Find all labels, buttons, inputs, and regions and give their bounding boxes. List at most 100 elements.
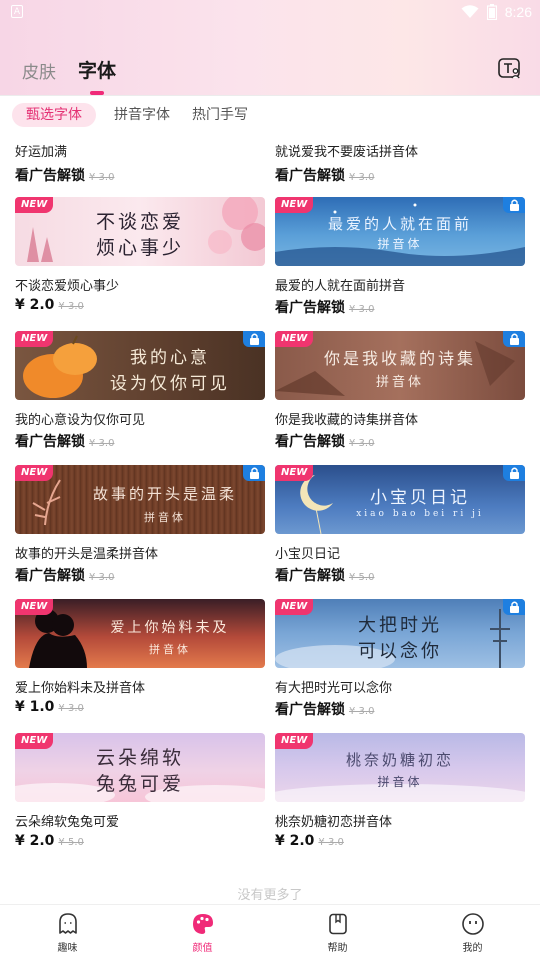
font-name: 就说爱我不要废话拼音体 (275, 145, 419, 160)
font-card[interactable]: 不谈恋爱 烦心事少 NEW 不谈恋爱烦心事少 ¥ 2.0 ¥ 3.0 (15, 197, 265, 317)
font-price-row: 看广告解锁 ¥ 3.0 (15, 165, 114, 185)
status-time: 8:26 (504, 4, 532, 20)
font-old-price: ¥ 3.0 (89, 572, 115, 583)
lock-badge (503, 465, 525, 481)
tab-skin[interactable]: 皮肤 (22, 58, 56, 83)
font-price-row: 看广告解锁 ¥ 3.0 (275, 165, 374, 185)
subtab-featured[interactable]: 甄选字体 (12, 103, 96, 127)
new-badge: NEW (15, 733, 54, 749)
font-price: ¥ 2.0 (15, 833, 55, 849)
font-price-row: 看广告解锁 ¥ 5.0 (275, 565, 374, 585)
font-old-price: ¥ 3.0 (318, 837, 344, 848)
preview-text-line2: 拼音体 (377, 237, 423, 251)
font-price: 看广告解锁 (275, 568, 345, 584)
lock-badge (243, 465, 265, 481)
font-card[interactable]: 小宝贝日记 xiao bao bei ri ji NEW 小宝贝日记 看广告解锁… (275, 465, 525, 585)
font-name: 桃奈奶糖初恋拼音体 (275, 815, 393, 830)
font-preview: 小宝贝日记 xiao bao bei ri ji NEW (275, 465, 525, 534)
preview-text-line1: 小宝贝日记 (370, 488, 470, 508)
font-card[interactable]: 好运加满 看广告解锁 ¥ 3.0 (15, 134, 265, 184)
font-card[interactable]: 云朵绵软 兔兔可爱 NEW 云朵绵软兔兔可爱 ¥ 2.0 ¥ 5.0 (15, 733, 265, 853)
font-card[interactable]: 爱上你始料未及 拼音体 NEW 爱上你始料未及拼音体 ¥ 1.0 ¥ 3.0 (15, 599, 265, 719)
lock-badge (503, 197, 525, 213)
preview-text-line1: 最爱的人就在面前 (327, 215, 472, 233)
font-name: 不谈恋爱烦心事少 (15, 279, 120, 294)
font-price: 看广告解锁 (275, 434, 345, 450)
lock-icon (250, 333, 259, 345)
preview-text-line1: 云朵绵软 (95, 747, 184, 769)
nav-item-beauty[interactable]: 颜值 (135, 905, 270, 961)
new-badge: NEW (15, 465, 54, 481)
font-card[interactable]: 故事的开头是温柔 拼音体 NEW 故事的开头是温柔拼音体 看广告解锁 ¥ 3.0 (15, 465, 265, 585)
lock-badge (503, 331, 525, 347)
font-price-row: ¥ 2.0 ¥ 5.0 (15, 833, 84, 849)
nav-label: 颜值 (192, 943, 213, 954)
font-price: ¥ 1.0 (15, 699, 55, 715)
font-price-row: 看广告解锁 ¥ 3.0 (15, 565, 114, 585)
font-old-price: ¥ 3.0 (89, 172, 115, 183)
font-preview: 故事的开头是温柔 拼音体 NEW (15, 465, 265, 534)
lock-icon (510, 601, 519, 613)
font-name: 云朵绵软兔兔可爱 (15, 815, 120, 830)
new-badge: NEW (15, 599, 54, 615)
font-card[interactable]: 就说爱我不要废话拼音体 看广告解锁 ¥ 3.0 (275, 134, 525, 184)
new-badge: NEW (275, 599, 314, 615)
preview-text-line1: 故事的开头是温柔 (92, 485, 237, 503)
font-card[interactable]: 最爱的人就在面前 拼音体 NEW 最爱的人就在面前拼音 看广告解锁 ¥ 3.0 (275, 197, 525, 317)
lock-badge (503, 599, 525, 615)
preview-text-line2: 拼音体 (149, 643, 191, 656)
nav-item-fun[interactable]: 趣味 (0, 905, 135, 961)
font-price: 看广告解锁 (15, 168, 85, 184)
nav-item-mine[interactable]: 我的 (405, 905, 540, 961)
wifi-icon (461, 5, 479, 18)
font-card[interactable]: 大把时光 可以念你 NEW 有大把时光可以念你 看广告解锁 ¥ 3.0 (275, 599, 525, 719)
preview-text-line2: 拼音体 (144, 511, 186, 524)
preview-text-line1: 大把时光 (358, 615, 442, 636)
palette-icon (192, 914, 213, 934)
nav-label: 趣味 (57, 943, 78, 954)
font-preview: 云朵绵软 兔兔可爱 NEW (15, 733, 265, 802)
tab-font[interactable]: 字体 (78, 56, 117, 95)
tab-font-label: 字体 (78, 60, 117, 82)
font-price: ¥ 2.0 (15, 297, 55, 313)
preview-text-line2: 烦心事少 (95, 237, 184, 259)
font-price: 看广告解锁 (275, 300, 345, 316)
bottom-nav: 趣味 颜值 帮助 我的 (0, 904, 540, 961)
font-price-row: 看广告解锁 ¥ 3.0 (15, 431, 114, 451)
end-of-list-text: 没有更多了 (237, 888, 303, 903)
user-font-icon[interactable] (498, 58, 522, 80)
font-name: 爱上你始料未及拼音体 (15, 681, 146, 696)
lock-badge (243, 331, 265, 347)
subtab-handwriting[interactable]: 热门手写 (188, 103, 252, 127)
font-old-price: ¥ 3.0 (349, 438, 375, 449)
nav-label: 我的 (462, 943, 483, 954)
font-name: 故事的开头是温柔拼音体 (15, 547, 159, 562)
font-name: 有大把时光可以念你 (275, 681, 393, 696)
lock-icon (510, 467, 519, 479)
font-card[interactable]: 我的心意 设为仅你可见 NEW 我的心意设为仅你可见 看广告解锁 ¥ 3.0 (15, 331, 265, 451)
subtab-pinyin[interactable]: 拼音字体 (110, 103, 174, 127)
font-card[interactable]: 桃奈奶糖初恋 拼音体 NEW 桃奈奶糖初恋拼音体 ¥ 2.0 ¥ 3.0 (275, 733, 525, 853)
status-bar: A 8:26 (0, 0, 540, 24)
nav-item-help[interactable]: 帮助 (270, 905, 405, 961)
preview-text-line1: 你是我收藏的诗集 (323, 349, 476, 368)
font-price: 看广告解锁 (275, 168, 345, 184)
preview-text-line1: 爱上你始料未及 (110, 620, 230, 636)
new-badge: NEW (275, 331, 314, 347)
font-card[interactable]: 你是我收藏的诗集 拼音体 NEW 你是我收藏的诗集拼音体 看广告解锁 ¥ 3.0 (275, 331, 525, 451)
font-price: 看广告解锁 (275, 702, 345, 718)
font-old-price: ¥ 5.0 (349, 572, 375, 583)
font-name: 小宝贝日记 (275, 547, 341, 562)
new-badge: NEW (275, 465, 314, 481)
preview-text-line1: 桃奈奶糖初恋 (345, 751, 454, 769)
smiley-icon (461, 913, 484, 935)
preview-text-line2: 拼音体 (375, 375, 424, 390)
preview-text-line2: 拼音体 (377, 775, 423, 789)
font-name: 最爱的人就在面前拼音 (275, 279, 406, 294)
font-old-price: ¥ 3.0 (349, 172, 375, 183)
preview-text-line1: 不谈恋爱 (95, 211, 184, 233)
new-badge: NEW (275, 197, 314, 213)
font-preview: 你是我收藏的诗集 拼音体 NEW (275, 331, 525, 400)
preview-text-line2: xiao bao bei ri ji (356, 509, 484, 519)
font-preview: 桃奈奶糖初恋 拼音体 NEW (275, 733, 525, 802)
